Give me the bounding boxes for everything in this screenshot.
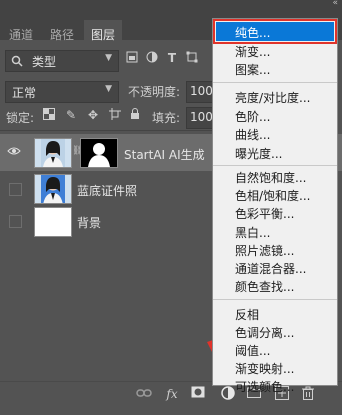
layer-name: StartAI AI生成: [124, 148, 205, 162]
fill-label: 填充:: [152, 111, 181, 125]
menu-item-pattern[interactable]: 图案...: [235, 61, 270, 78]
menu-item-selective-color[interactable]: 可选颜色...: [235, 378, 294, 395]
trash-icon[interactable]: [300, 386, 316, 402]
fill-value: 100: [190, 110, 213, 124]
layer-name: 背景: [77, 216, 102, 230]
annotation-highlight-box: [213, 19, 337, 44]
mask-icon[interactable]: [190, 386, 206, 402]
menu-item-channel-mixer[interactable]: 通道混合器...: [235, 260, 306, 277]
lock-transparent-icon[interactable]: [42, 108, 56, 122]
tab-layers[interactable]: 图层: [84, 20, 122, 50]
layer-thumbnail: [34, 138, 72, 168]
lock-position-icon[interactable]: ✥: [86, 108, 100, 122]
menu-item-threshold[interactable]: 阈值...: [235, 342, 270, 359]
menu-item-color-balance[interactable]: 色彩平衡...: [235, 205, 294, 222]
panel-menu-icon[interactable]: [334, 22, 338, 36]
menu-item-gradient-map[interactable]: 渐变映射...: [235, 360, 294, 377]
layer-mask-thumbnail[interactable]: [80, 138, 118, 168]
menu-item-posterize[interactable]: 色调分离...: [235, 324, 294, 341]
type-filter-icon[interactable]: T: [165, 51, 179, 65]
menu-item-color-lookup[interactable]: 颜色查找...: [235, 278, 294, 295]
blend-mode-label: 正常: [12, 86, 37, 100]
filter-kind-label: 类型: [32, 55, 57, 69]
menu-item-photo-filter[interactable]: 照片滤镜...: [235, 242, 294, 259]
menu-item-levels[interactable]: 色阶...: [235, 108, 270, 125]
fill-field[interactable]: 100: [186, 107, 214, 129]
tab-channels[interactable]: 通道: [2, 20, 40, 50]
adjustment-layer-icon[interactable]: [220, 386, 236, 402]
lock-pixels-icon[interactable]: ✎: [64, 108, 78, 122]
opacity-field[interactable]: 100: [186, 81, 214, 103]
menu-item-black-white[interactable]: 黑白...: [235, 224, 270, 241]
adjustment-filter-icon[interactable]: [145, 51, 159, 65]
search-icon: [11, 55, 23, 67]
visibility-toggle[interactable]: [9, 215, 22, 228]
divider: [0, 130, 212, 131]
menu-item-exposure[interactable]: 曝光度...: [235, 145, 282, 162]
chevron-down-icon: ▼: [105, 84, 112, 94]
opacity-value: 100: [190, 84, 213, 98]
collapse-panel-icon[interactable]: «: [332, 0, 338, 8]
menu-item-curves[interactable]: 曲线...: [235, 126, 270, 143]
menu-item-brightness-contrast[interactable]: 亮度/对比度...: [235, 89, 311, 106]
shape-filter-icon[interactable]: [185, 51, 199, 65]
menu-item-vibrance[interactable]: 自然饱和度...: [235, 169, 306, 186]
layer-thumbnail: [34, 174, 72, 204]
blend-mode-select[interactable]: 正常 ▼: [5, 81, 119, 103]
menu-separator: [213, 165, 337, 166]
lock-label: 锁定:: [6, 111, 35, 125]
eye-icon[interactable]: [6, 145, 22, 161]
layer-filter-kind-select[interactable]: 类型 ▼: [5, 50, 119, 72]
menu-separator: [213, 82, 337, 83]
layer-name: 蓝底证件照: [77, 184, 138, 198]
pixel-filter-icon[interactable]: [125, 51, 139, 65]
tab-paths[interactable]: 路径: [42, 20, 82, 50]
chain-link-icon[interactable]: ⛓: [72, 146, 83, 158]
lock-all-icon[interactable]: [128, 108, 142, 122]
menu-item-gradient[interactable]: 渐变...: [235, 43, 270, 60]
layer-thumbnail: [34, 207, 72, 237]
fx-icon[interactable]: fx: [164, 386, 180, 402]
opacity-label: 不透明度:: [128, 85, 181, 99]
menu-item-solid-color[interactable]: 纯色...: [235, 24, 270, 41]
menu-item-hue-saturation[interactable]: 色相/饱和度...: [235, 187, 311, 204]
link-icon[interactable]: [136, 386, 152, 402]
panel-top-strip: [0, 0, 342, 10]
adjustment-layer-menu: 纯色... 渐变... 图案... 亮度/对比度... 色阶... 曲线... …: [212, 18, 338, 394]
lock-artboard-icon[interactable]: [108, 108, 122, 122]
visibility-toggle[interactable]: [9, 183, 22, 196]
menu-item-invert[interactable]: 反相: [235, 306, 259, 323]
menu-separator: [213, 299, 337, 300]
chevron-down-icon: ▼: [105, 53, 112, 63]
